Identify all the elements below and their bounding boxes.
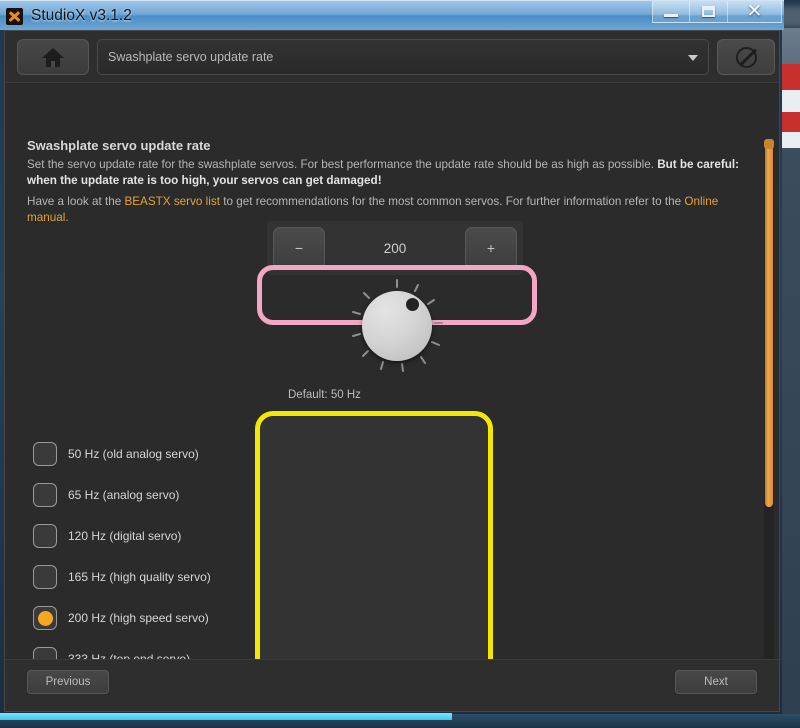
update-rate-spinner: − 200 + (267, 221, 523, 275)
vertical-scrollbar-thumb[interactable] (765, 141, 773, 507)
beastx-servo-list-link[interactable]: BEASTX servo list (124, 195, 219, 208)
servo-option-label: 120 Hz (digital servo) (68, 529, 182, 543)
servo-option-50hz[interactable]: 50 Hz (old analog servo) (33, 442, 199, 466)
sliver-white-block (782, 90, 800, 112)
radio-fill-dot (37, 610, 53, 626)
window-controls: ✕ (652, 1, 782, 24)
desc2-lead: Have a look at the (27, 195, 125, 208)
window-titlebar[interactable]: StudioX v3.1.2 ✕ (0, 0, 784, 30)
home-icon (42, 47, 64, 67)
home-button[interactable] (17, 39, 89, 75)
navigation-toolbar: Swashplate servo update rate (5, 31, 779, 83)
default-value-label: Default: 50 Hz (288, 389, 361, 401)
servo-option-label: 165 Hz (high quality servo) (68, 570, 211, 584)
studiox-application-window: StudioX v3.1.2 ✕ Swashplate servo update… (0, 0, 784, 716)
update-rate-value: 200 (383, 240, 407, 256)
radio-checkbox[interactable] (33, 442, 57, 466)
application-body: Swashplate servo update rate Swashplate … (4, 30, 780, 712)
page-title: Swashplate servo update rate (27, 138, 211, 153)
description-normal: Set the servo update rate for the swashp… (27, 158, 658, 171)
next-button[interactable]: Next (675, 670, 757, 694)
servo-option-label: 65 Hz (analog servo) (68, 488, 180, 502)
decrement-button[interactable]: − (273, 227, 325, 269)
knob-indicator-dot (406, 298, 419, 311)
chevron-down-icon (688, 55, 698, 61)
servo-option-label: 200 Hz (high speed servo) (68, 611, 209, 625)
taskbar-highlight-strip (0, 713, 452, 720)
description-text: Set the servo update rate for the swashp… (27, 157, 753, 188)
close-icon: ✕ (746, 1, 763, 22)
increment-button[interactable]: + (465, 227, 517, 269)
radio-checkbox[interactable] (33, 524, 57, 548)
background-window-right-sliver[interactable] (782, 28, 800, 728)
disconnect-button[interactable] (717, 39, 775, 75)
page-selector-dropdown[interactable]: Swashplate servo update rate (97, 39, 709, 75)
desktop-background: StudioX v3.1.2 ✕ Swashplate servo update… (0, 0, 800, 728)
sliver-red-block (782, 112, 800, 132)
servo-preset-list (260, 416, 488, 661)
maximize-icon (702, 6, 715, 17)
servo-option-120hz[interactable]: 120 Hz (digital servo) (33, 524, 181, 548)
studiox-logo-icon (6, 7, 23, 25)
minimize-icon (664, 13, 678, 17)
update-rate-knob[interactable] (350, 279, 444, 373)
footer-bar: Previous Next (5, 659, 779, 711)
radio-checkbox[interactable] (33, 565, 57, 589)
minimize-button[interactable] (652, 1, 690, 23)
servo-option-65hz[interactable]: 65 Hz (analog servo) (33, 483, 179, 507)
desc2-mid: to get recommendations for the most comm… (219, 195, 685, 208)
radio-checkbox-selected[interactable] (33, 606, 57, 630)
sliver-red-block (782, 64, 800, 90)
scrollbar-cap-top[interactable] (764, 139, 774, 149)
knob-body[interactable] (362, 291, 432, 361)
vertical-scrollbar-track[interactable] (764, 139, 774, 661)
maximize-button[interactable] (690, 1, 728, 23)
radio-checkbox[interactable] (33, 483, 57, 507)
servo-option-165hz[interactable]: 165 Hz (high quality servo) (33, 565, 211, 589)
sliver-white-block (782, 132, 800, 148)
no-connection-icon (735, 46, 757, 68)
servo-option-200hz[interactable]: 200 Hz (high speed servo) (33, 606, 209, 630)
window-title: StudioX v3.1.2 (31, 6, 132, 24)
desc2-end: . (65, 210, 69, 224)
servo-option-label: 50 Hz (old analog servo) (68, 447, 199, 461)
content-panel: Swashplate servo update rate Set the ser… (5, 83, 779, 661)
close-button[interactable]: ✕ (728, 1, 782, 23)
previous-button[interactable]: Previous (27, 670, 109, 694)
page-selector-value: Swashplate servo update rate (108, 50, 274, 64)
